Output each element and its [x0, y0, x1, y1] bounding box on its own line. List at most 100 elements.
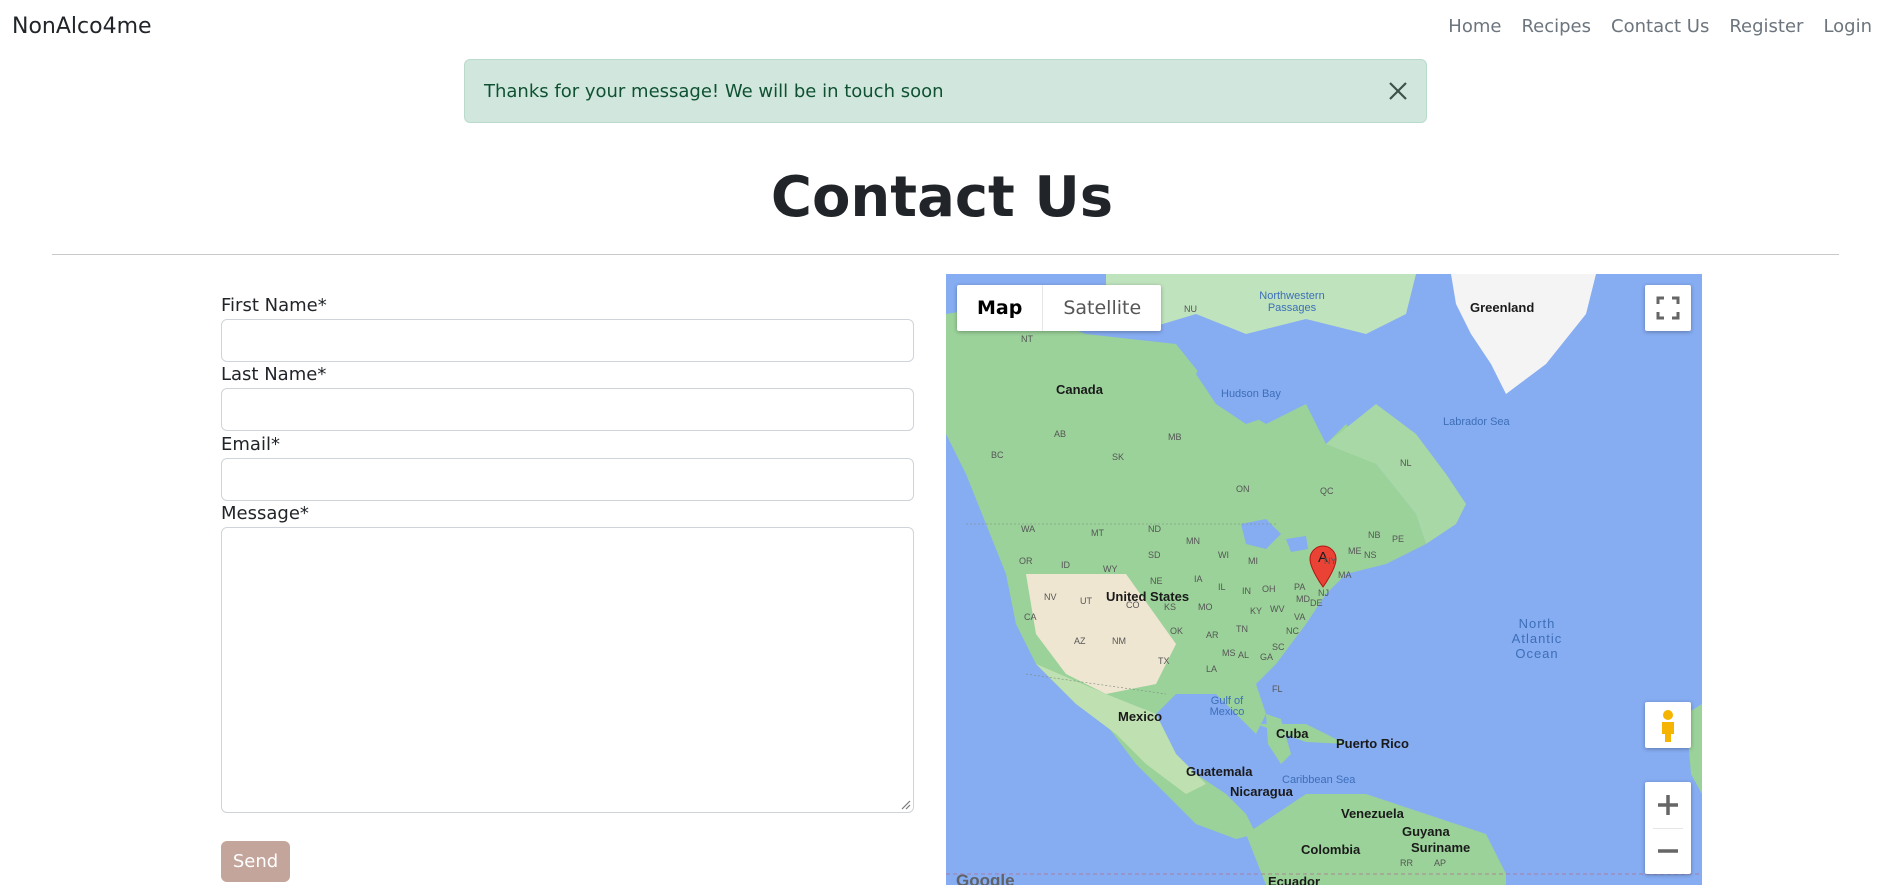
map-label-state: SC	[1272, 642, 1285, 652]
email-input[interactable]	[221, 458, 914, 501]
map-label-state: NY	[1324, 556, 1337, 566]
map-label-state: WV	[1270, 604, 1285, 614]
map-label-nicaragua: Nicaragua	[1230, 784, 1293, 799]
message-textarea[interactable]	[221, 527, 914, 813]
map-label-venezuela: Venezuela	[1341, 806, 1404, 821]
map-label-ocean: North Atlantic Ocean	[1502, 616, 1572, 661]
map-label-state: NT	[1021, 334, 1033, 344]
page-title: Contact Us	[770, 165, 1114, 230]
zoom-in-icon[interactable]	[1645, 782, 1691, 828]
map-label-colombia: Colombia	[1301, 842, 1361, 857]
nav-links: Home Recipes Contact Us Register Login	[1428, 16, 1884, 37]
map-type-satellite-button[interactable]: Satellite	[1043, 285, 1161, 331]
map-label-state: ON	[1236, 484, 1250, 494]
map-type-map-button[interactable]: Map	[957, 285, 1044, 331]
email-label: Email*	[221, 434, 280, 455]
last-name-input[interactable]	[221, 388, 914, 431]
map-label-state: KY	[1250, 606, 1263, 616]
map-label-state: WY	[1103, 564, 1118, 574]
map-label-state: IA	[1194, 574, 1203, 584]
map-label-cuba: Cuba	[1276, 726, 1309, 741]
success-alert: Thanks for your message! We will be in t…	[464, 59, 1427, 123]
map-label-state: KS	[1164, 602, 1177, 612]
map-label-nw-passages: Northwestern Passages	[1259, 290, 1325, 314]
map-label-state: ID	[1061, 560, 1070, 570]
brand-logo[interactable]: NonAlco4me	[12, 14, 152, 39]
map-label-state: MO	[1198, 602, 1213, 612]
message-label: Message*	[221, 503, 309, 524]
map-label-puerto-rico: Puerto Rico	[1336, 736, 1409, 751]
zoom-control	[1645, 782, 1691, 874]
resize-grip-icon[interactable]	[899, 798, 911, 810]
send-button[interactable]: Send	[221, 841, 290, 882]
map-label-state: QC	[1320, 486, 1334, 496]
map-label-guyana: Guyana	[1402, 824, 1450, 839]
map-marker[interactable]: A	[1308, 544, 1338, 588]
map-label-state: DE	[1310, 598, 1323, 608]
map-label-state: LA	[1206, 664, 1218, 674]
map-label-state: ND	[1148, 524, 1161, 534]
map-label-united-states: United States	[1106, 589, 1190, 604]
map-label-state: CO	[1126, 600, 1140, 610]
map-label-state: NM	[1112, 636, 1126, 646]
divider	[52, 254, 1839, 255]
map-label-canada: Canada	[1056, 382, 1103, 397]
map-label-state: PA	[1294, 582, 1306, 592]
navbar: NonAlco4me Home Recipes Contact Us Regis…	[0, 0, 1884, 56]
nav-link-contact[interactable]: Contact Us	[1611, 16, 1709, 37]
map-label-state: NB	[1368, 530, 1381, 540]
first-name-input[interactable]	[221, 319, 914, 362]
map-label-state: UT	[1080, 596, 1092, 606]
map-label-state: AZ	[1074, 636, 1086, 646]
map-label-state: WI	[1218, 550, 1229, 560]
map-label-state: MS	[1222, 648, 1236, 658]
map-label-ocean-north: North	[1518, 616, 1556, 631]
nav-link-home[interactable]: Home	[1448, 16, 1501, 37]
map-label-state: AP	[1434, 858, 1447, 868]
map-label-state: BC	[991, 450, 1004, 460]
map-label-state: OR	[1019, 556, 1033, 566]
map-label-state: TX	[1158, 656, 1170, 666]
map-label-state: SK	[1112, 452, 1125, 462]
map-label-ocean-atlantic: Atlantic	[1511, 631, 1563, 646]
map-label-state: MA	[1338, 570, 1352, 580]
map-label-ecuador: Ecuador	[1268, 874, 1321, 885]
map-label-state: MT	[1091, 528, 1104, 538]
map-label-state: PE	[1392, 534, 1405, 544]
map-type-control: Map Satellite	[957, 285, 1162, 331]
first-name-label: First Name*	[221, 295, 327, 316]
pegman-icon[interactable]	[1645, 702, 1691, 748]
fullscreen-icon[interactable]	[1645, 285, 1691, 331]
google-map[interactable]: Map Satellite A Canada United States Mex…	[946, 274, 1702, 885]
map-label-state: MB	[1168, 432, 1182, 442]
map-label-state: MD	[1296, 594, 1310, 604]
map-label-hudson-bay: Hudson Bay	[1221, 388, 1281, 400]
map-label-gulf-of-mexico: Gulf of Mexico	[1209, 695, 1245, 718]
nav-link-login[interactable]: Login	[1823, 16, 1872, 37]
nav-link-recipes[interactable]: Recipes	[1521, 16, 1591, 37]
map-label-state: NJ	[1318, 588, 1329, 598]
map-label-mexico: Mexico	[1118, 709, 1163, 724]
close-icon[interactable]	[1386, 79, 1410, 103]
map-label-state: WA	[1021, 524, 1036, 534]
google-logo[interactable]: Google	[956, 871, 1015, 885]
last-name-label: Last Name*	[221, 364, 327, 385]
map-label-guatemala: Guatemala	[1186, 764, 1253, 779]
map-label-ocean-ocean: Ocean	[1515, 646, 1559, 661]
map-label-greenland: Greenland	[1470, 300, 1535, 315]
map-label-state: OK	[1170, 626, 1184, 636]
map-label-state: RR	[1400, 858, 1413, 868]
map-label-state: TN	[1236, 624, 1248, 634]
map-label-water: Northwestern Passages	[1252, 290, 1332, 314]
map-label-state: IL	[1218, 582, 1226, 592]
map-label-state: MN	[1186, 536, 1200, 546]
map-label-caribbean-sea: Caribbean Sea	[1282, 774, 1356, 786]
map-label-state: GA	[1260, 652, 1274, 662]
map-label-state: FL	[1272, 684, 1283, 694]
zoom-out-icon[interactable]	[1645, 828, 1691, 874]
map-label-state: CA	[1024, 612, 1037, 622]
nav-link-register[interactable]: Register	[1729, 16, 1803, 37]
map-label-state: SD	[1148, 550, 1161, 560]
map-label-state: NL	[1400, 458, 1412, 468]
map-label-suriname: Suriname	[1411, 840, 1471, 855]
